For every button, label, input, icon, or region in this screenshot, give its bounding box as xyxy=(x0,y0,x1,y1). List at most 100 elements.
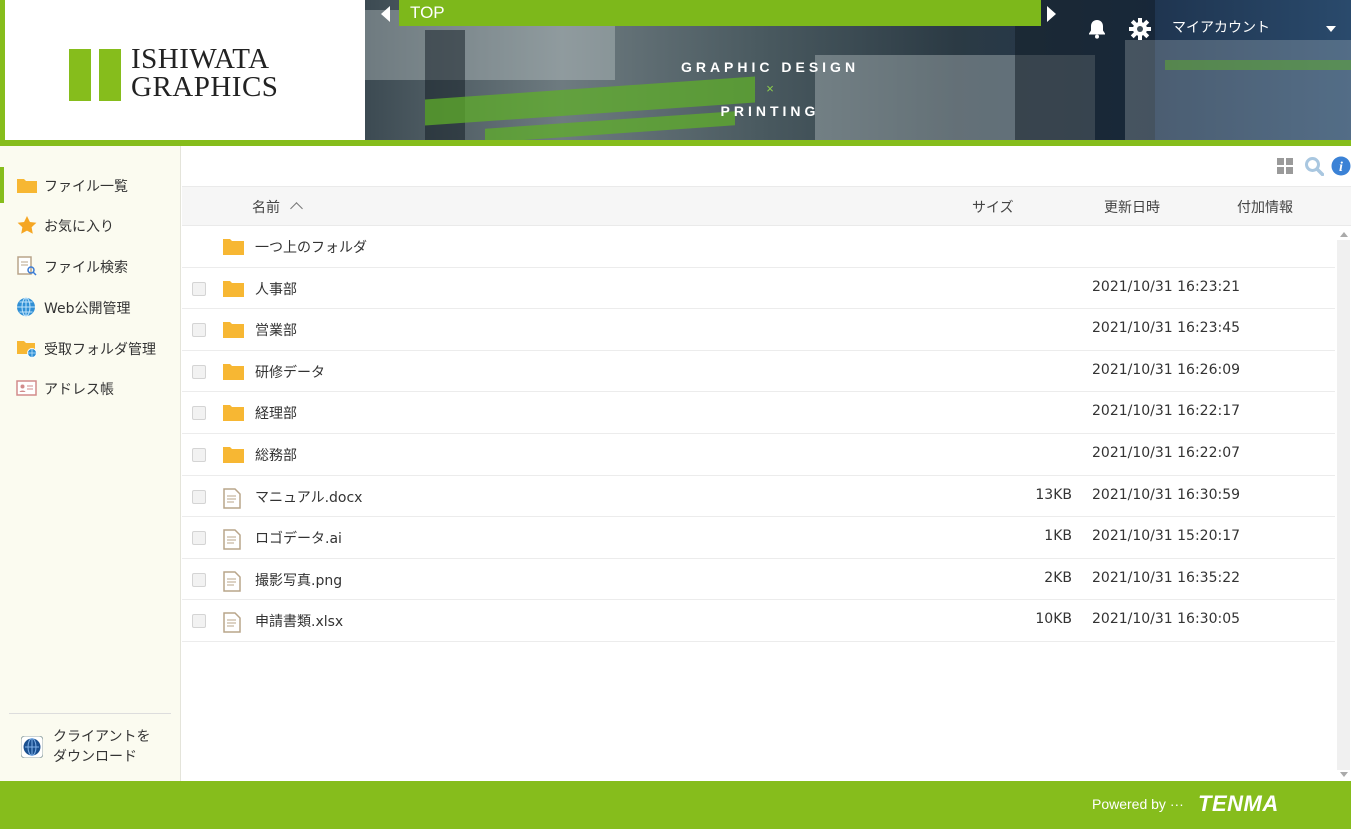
column-header-name[interactable]: 名前 xyxy=(252,197,303,217)
client-download-button[interactable]: クライアントを ダウンロード xyxy=(0,724,180,774)
folder-icon xyxy=(223,321,244,339)
sidebar-item-label: お気に入り xyxy=(44,219,114,235)
row-checkbox[interactable] xyxy=(192,572,206,587)
folder-icon xyxy=(223,446,244,463)
scroll-up-icon[interactable] xyxy=(1340,232,1348,237)
tagline-x: × xyxy=(766,81,774,96)
sidebar: ファイル一覧 お気に入り ファイル検索 Web公開管理 受取フォルダ管理 アドレ… xyxy=(0,146,181,781)
breadcrumb-prev-button[interactable] xyxy=(379,4,395,24)
file-modified: 2021/10/31 16:23:21 xyxy=(1092,278,1241,295)
sidebar-item-address-book[interactable]: アドレス帳 xyxy=(0,370,180,406)
file-name: 申請書類.xlsx xyxy=(255,614,344,631)
column-header-modified[interactable]: 更新日時 xyxy=(1104,197,1160,217)
file-icon xyxy=(223,571,244,592)
parent-folder-row[interactable]: 一つ上のフォルダ xyxy=(182,226,1335,268)
scrollbar[interactable] xyxy=(1336,226,1351,781)
file-modified: 2021/10/31 15:20:17 xyxy=(1092,528,1241,545)
row-checkbox[interactable] xyxy=(192,281,206,296)
gear-icon[interactable] xyxy=(1128,17,1152,41)
folder-icon xyxy=(223,280,244,297)
tagline-top: GRAPHIC DESIGN xyxy=(680,59,860,75)
table-row[interactable]: 人事部 2021/10/31 16:23:21 xyxy=(182,268,1335,310)
row-checkbox[interactable] xyxy=(192,364,206,379)
file-name: マニュアル.docx xyxy=(255,489,363,506)
file-modified: 2021/10/31 16:22:17 xyxy=(1092,403,1241,420)
tagline-bottom: PRINTING xyxy=(720,103,820,119)
column-header-size[interactable]: サイズ xyxy=(972,197,1014,217)
file-name: 経理部 xyxy=(255,406,297,423)
info-icon[interactable]: i xyxy=(1331,156,1351,176)
view-toolbar: i xyxy=(1231,146,1351,186)
file-modified: 2021/10/31 16:30:59 xyxy=(1092,486,1241,503)
file-modified: 2021/10/31 16:23:45 xyxy=(1092,320,1241,337)
file-icon xyxy=(223,529,244,550)
file-icon xyxy=(223,487,244,509)
folder-icon xyxy=(223,404,244,422)
bell-icon[interactable] xyxy=(1086,18,1108,40)
logo-line1: ISHIWATA xyxy=(131,43,270,75)
row-checkbox[interactable] xyxy=(192,447,206,462)
file-size: 1KB xyxy=(1044,528,1072,545)
folder-icon xyxy=(16,175,38,195)
client-download-icon xyxy=(20,735,44,759)
globe-icon xyxy=(16,297,38,317)
scroll-down-icon[interactable] xyxy=(1340,772,1348,777)
row-checkbox[interactable] xyxy=(192,406,206,421)
column-header-name-label: 名前 xyxy=(252,200,280,216)
powered-by-label: Powered by ··· xyxy=(1092,796,1184,812)
row-checkbox[interactable] xyxy=(192,323,206,338)
svg-text:i: i xyxy=(1339,160,1343,175)
table-row[interactable]: 研修データ 2021/10/31 16:26:09 xyxy=(182,351,1335,393)
table-row[interactable]: 経理部 2021/10/31 16:22:17 xyxy=(182,392,1335,434)
folder-icon xyxy=(223,238,244,255)
sidebar-item-file-search[interactable]: ファイル検索 xyxy=(0,248,180,284)
chevron-down-icon xyxy=(1326,26,1336,32)
table-header: 名前 サイズ 更新日時 付加情報 xyxy=(182,186,1351,226)
file-name: 総務部 xyxy=(255,447,297,464)
file-name: 営業部 xyxy=(255,323,297,340)
table-row[interactable]: 撮影写真.png 2KB 2021/10/31 16:35:22 xyxy=(182,559,1335,601)
breadcrumb[interactable]: TOP xyxy=(399,0,1041,26)
logo-text: ISHIWATA GRAPHICS xyxy=(131,43,279,103)
account-menu[interactable]: マイアカウント xyxy=(1172,17,1342,41)
vendor-logo: TENMA xyxy=(1198,791,1279,816)
sidebar-item-receive-folder[interactable]: 受取フォルダ管理 xyxy=(0,330,180,366)
file-name: 撮影写真.png xyxy=(255,572,343,589)
footer: Powered by ··· TENMA xyxy=(0,781,1351,829)
file-size: 2KB xyxy=(1044,569,1072,586)
sidebar-item-web-publish[interactable]: Web公開管理 xyxy=(0,289,180,325)
parent-folder-label: 一つ上のフォルダ xyxy=(255,240,367,256)
folder-globe-icon xyxy=(16,338,38,358)
row-checkbox[interactable] xyxy=(192,489,206,504)
breadcrumb-next-button[interactable] xyxy=(1045,4,1061,24)
table-row[interactable]: 営業部 2021/10/31 16:23:45 xyxy=(182,309,1335,351)
file-name: 研修データ xyxy=(255,364,325,381)
file-icon xyxy=(223,612,244,634)
column-header-info[interactable]: 付加情報 xyxy=(1237,197,1293,217)
sidebar-item-label: ファイル一覧 xyxy=(44,179,128,195)
row-checkbox[interactable] xyxy=(192,614,206,629)
grid-view-icon[interactable] xyxy=(1275,156,1295,176)
row-checkbox[interactable] xyxy=(192,531,206,546)
file-search-icon xyxy=(16,256,38,276)
sidebar-item-label: Web公開管理 xyxy=(44,301,131,317)
header: ISHIWATA GRAPHICS GRAPHIC DESIGN × PRINT… xyxy=(0,0,1351,146)
logo-line2: GRAPHICS xyxy=(131,71,279,103)
table-row[interactable]: ロゴデータ.ai 1KB 2021/10/31 15:20:17 xyxy=(182,517,1335,559)
file-modified: 2021/10/31 16:30:05 xyxy=(1092,611,1241,628)
table-row[interactable]: 申請書類.xlsx 10KB 2021/10/31 16:30:05 xyxy=(182,600,1335,642)
file-modified: 2021/10/31 16:35:22 xyxy=(1092,569,1241,586)
file-table: 一つ上のフォルダ 人事部 2021/10/31 16:23:21 営業部 2021/1… xyxy=(182,226,1335,642)
search-icon[interactable] xyxy=(1304,156,1325,177)
file-modified: 2021/10/31 16:26:09 xyxy=(1092,361,1241,378)
sidebar-item-file-list[interactable]: ファイル一覧 xyxy=(0,167,180,203)
scrollbar-track[interactable] xyxy=(1337,240,1350,770)
file-list-panel: i 名前 サイズ 更新日時 付加情報 一つ上のフォルダ 人事部 2021/10/3… xyxy=(182,146,1351,781)
sidebar-item-label: 受取フォルダ管理 xyxy=(44,342,156,358)
sidebar-item-favorites[interactable]: お気に入り xyxy=(0,207,180,243)
logo[interactable]: ISHIWATA GRAPHICS xyxy=(0,0,365,140)
table-row[interactable]: マニュアル.docx 13KB 2021/10/31 16:30:59 xyxy=(182,476,1335,518)
file-modified: 2021/10/31 16:22:07 xyxy=(1092,444,1241,461)
file-name: ロゴデータ.ai xyxy=(255,531,342,548)
table-row[interactable]: 総務部 2021/10/31 16:22:07 xyxy=(182,434,1335,476)
